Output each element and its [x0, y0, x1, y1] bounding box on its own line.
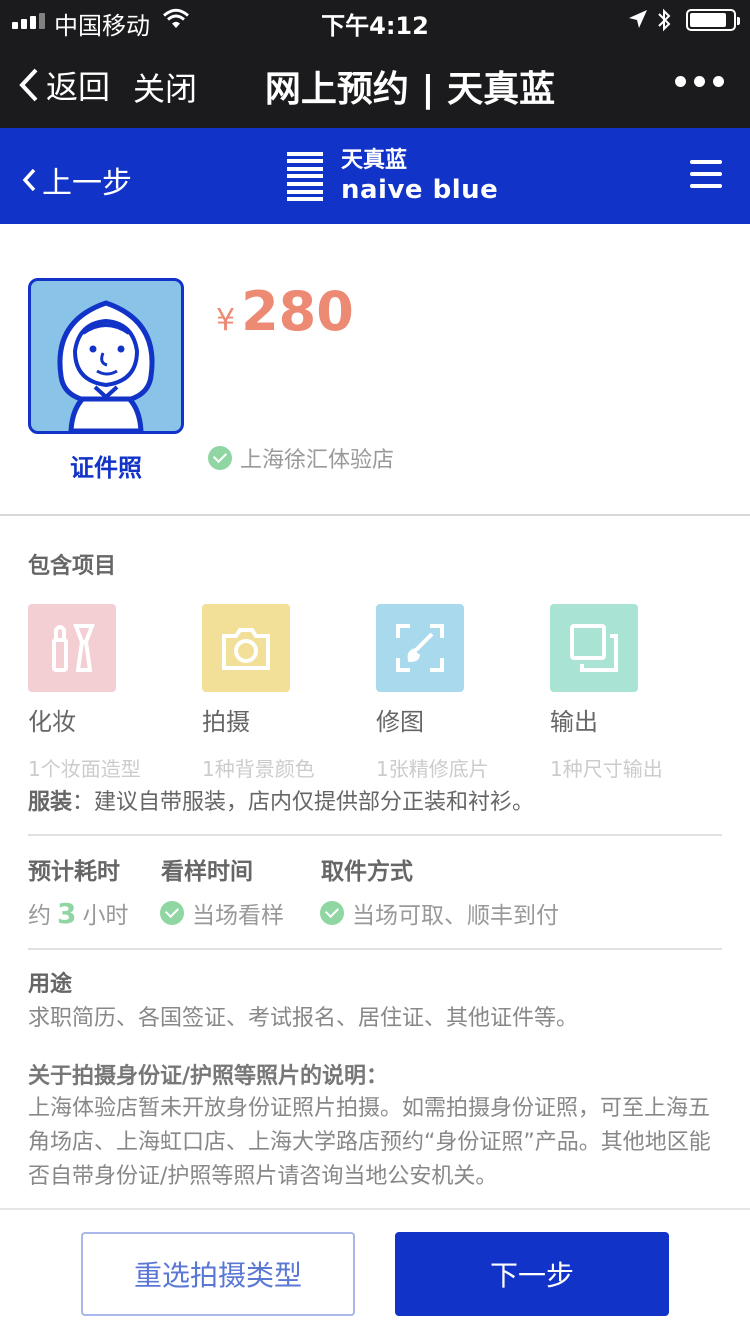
check-icon [160, 901, 184, 925]
chevron-left-icon [22, 168, 36, 192]
retouch-icon [376, 604, 464, 692]
usage-title: 用途 [28, 972, 73, 997]
pickup-value: 当场可取、顺丰到付 [352, 903, 559, 929]
item-name: 修图 [376, 708, 424, 736]
product-summary: 证件照 ¥ 280 上海徐汇体验店 [0, 224, 750, 516]
divider [28, 834, 722, 836]
included-item-output: 输出 1种尺寸输出 [550, 604, 720, 782]
preview-value: 当场看样 [192, 903, 284, 929]
bottom-action-bar: 重选拍摄类型 下一步 [0, 1208, 750, 1334]
status-bar: 中国移动 下午4:12 [0, 0, 750, 40]
location-icon [629, 10, 647, 28]
previous-step-label: 上一步 [42, 166, 132, 201]
item-name: 输出 [550, 708, 598, 736]
included-item-makeup: 化妆 1个妆面造型 [28, 604, 198, 782]
previous-step-button[interactable]: 上一步 [22, 158, 132, 202]
battery-icon [686, 9, 740, 31]
note-text: 上海体验店暂未开放身份证照片拍摄。如需拍摄身份证照，可至上海五角场店、上海虹口店… [28, 1096, 711, 1189]
divider [28, 948, 722, 950]
camera-icon [202, 604, 290, 692]
included-item-shooting: 拍摄 1种背景颜色 [202, 604, 372, 782]
output-icon [550, 604, 638, 692]
brand-logo: 天真蓝 naive blue [287, 150, 498, 203]
item-desc: 1种背景颜色 [202, 757, 315, 781]
wechat-nav-bar: 返回 关闭 网上预约 | 天真蓝 [0, 40, 750, 128]
included-item-retouch: 修图 1张精修底片 [376, 604, 546, 782]
photo-type-label: 证件照 [70, 454, 142, 482]
makeup-icon [28, 604, 116, 692]
note-title: 关于拍摄身份证/护照等照片的说明： [28, 1064, 389, 1089]
clothing-label: 服装 [28, 790, 73, 815]
price: ¥ 280 [216, 280, 354, 343]
check-icon [208, 446, 232, 470]
item-name: 化妆 [28, 708, 76, 736]
bluetooth-icon [658, 8, 671, 32]
stripes-icon [287, 151, 323, 202]
pickup-method: 当场可取、顺丰到付 [320, 896, 559, 930]
check-icon [320, 901, 344, 925]
time-estimate: 约 3 小时 [28, 896, 128, 930]
store-location: 上海徐汇体验店 [208, 442, 394, 474]
item-desc: 1张精修底片 [376, 757, 489, 781]
includes-title: 包含项目 [28, 554, 117, 579]
item-desc: 1种尺寸输出 [550, 757, 663, 781]
preview-heading: 看样时间 [161, 859, 253, 885]
store-name: 上海徐汇体验店 [240, 448, 395, 473]
usage-text: 求职简历、各国签证、考试报名、居住证、其他证件等。 [28, 1006, 579, 1031]
logo-cn: 天真蓝 [341, 148, 408, 173]
time-prefix: 约 [28, 903, 51, 929]
next-step-button[interactable]: 下一步 [395, 1232, 669, 1316]
currency-symbol: ¥ [216, 303, 236, 338]
clothing-note: 服装：建议自带服装，店内仅提供部分正装和衬衫。 [28, 784, 534, 816]
included-items: 化妆 1个妆面造型 拍摄 1种背景颜色 修图 1张精修底片 输出 1种尺寸输出 [28, 604, 728, 781]
reselect-type-button[interactable]: 重选拍摄类型 [81, 1232, 355, 1316]
clothing-text: ：建议自带服装，店内仅提供部分正装和衬衫。 [72, 790, 535, 815]
preview-time: 当场看样 [160, 896, 284, 930]
logo-en: naive blue [341, 175, 499, 205]
pickup-heading: 取件方式 [321, 859, 413, 885]
item-desc: 1个妆面造型 [28, 757, 141, 781]
menu-icon[interactable] [690, 160, 722, 188]
brand-header: 上一步 天真蓝 naive blue [0, 128, 750, 224]
time-value: 3 [57, 896, 77, 930]
time-heading: 预计耗时 [28, 859, 120, 885]
page-title: 网上预约 | 天真蓝 [264, 69, 556, 110]
time-suffix: 小时 [82, 903, 129, 929]
portrait-illustration [28, 278, 184, 434]
price-amount: 280 [241, 280, 354, 343]
item-name: 拍摄 [202, 708, 250, 736]
more-options-icon[interactable] [675, 76, 724, 87]
